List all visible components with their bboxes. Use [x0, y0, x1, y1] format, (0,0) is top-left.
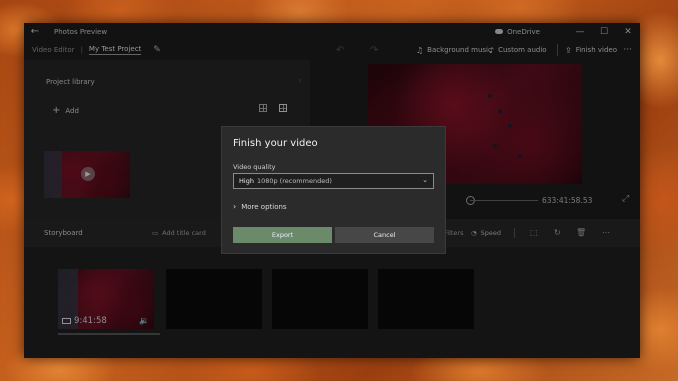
more-options-label: More options	[241, 202, 287, 211]
quality-value-main: High	[239, 177, 254, 185]
video-quality-label: Video quality	[233, 163, 276, 171]
chevron-right-icon: ›	[233, 202, 237, 211]
quality-value-detail: 1080p (recommended)	[256, 177, 332, 185]
chevron-down-icon: ⌄	[422, 176, 428, 184]
video-quality-select[interactable]: High 1080p (recommended) ⌄	[233, 173, 434, 189]
export-button[interactable]: Export	[233, 227, 332, 243]
dialog-title: Finish your video	[233, 138, 318, 149]
more-options-toggle[interactable]: › More options	[233, 202, 287, 211]
cancel-button[interactable]: Cancel	[335, 227, 434, 243]
finish-video-dialog: Finish your video Video quality High 108…	[221, 126, 446, 254]
